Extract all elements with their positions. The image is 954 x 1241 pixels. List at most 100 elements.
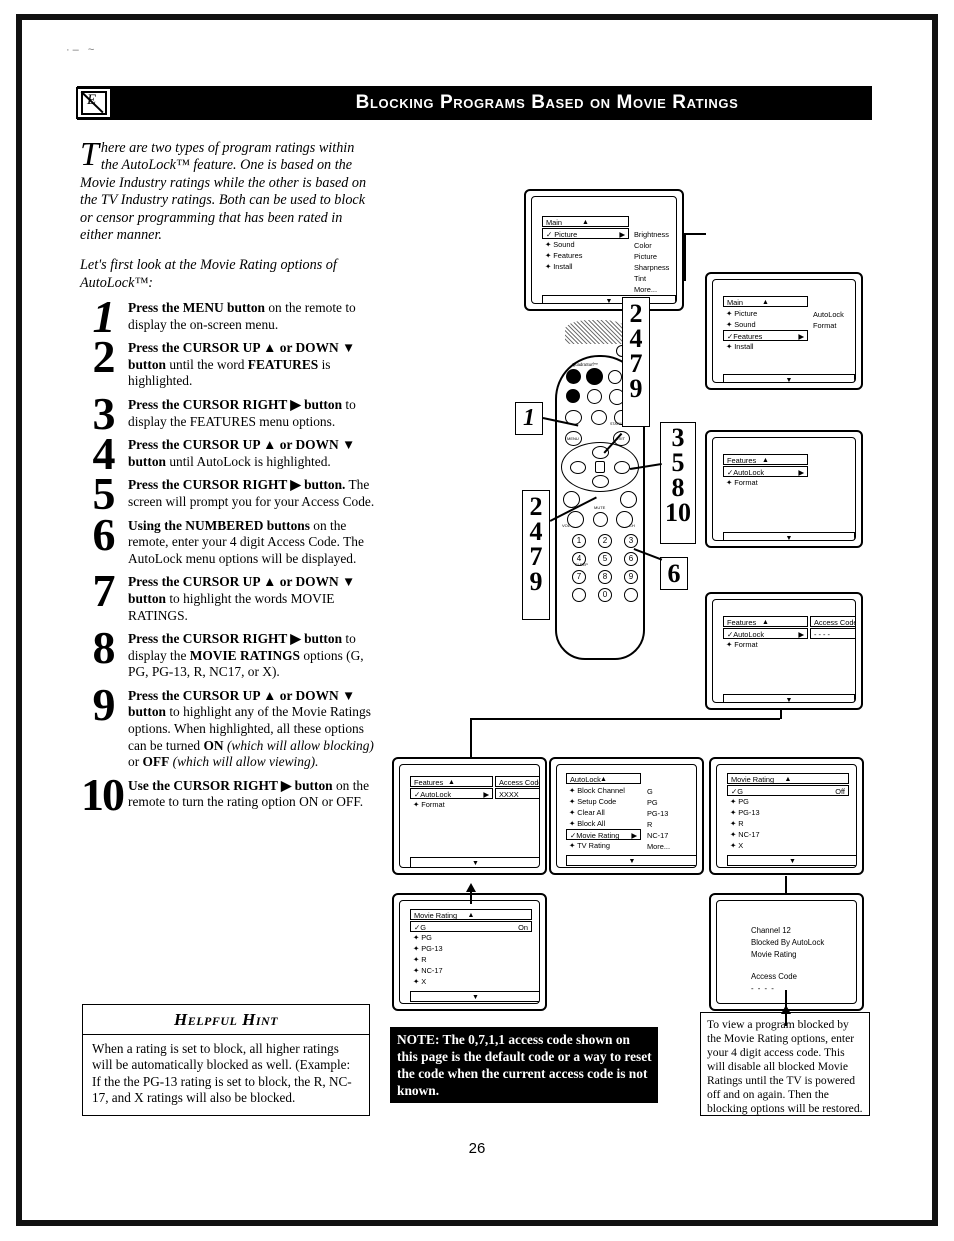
remote-num-4[interactable]: 4: [572, 552, 586, 566]
osd-rating-r[interactable]: R: [647, 819, 670, 830]
remote-num-0[interactable]: 0: [598, 588, 612, 602]
leader-line-11: [785, 876, 787, 894]
tv-screen-autolock-menu: AutoLock ▲ ✦ Block Channel ✦ Setup Code ✦…: [549, 757, 704, 875]
osd-item-r[interactable]: ✦ R: [410, 954, 532, 965]
osd-item-features[interactable]: ✓Features ▶: [723, 330, 808, 341]
osd-rating-g[interactable]: G: [647, 786, 670, 797]
remote-cursor-down-button[interactable]: [592, 475, 609, 488]
osd-item-format[interactable]: ✦ Format: [723, 639, 808, 650]
osd-item-x[interactable]: ✦ X: [727, 840, 849, 851]
remote-cc-button[interactable]: [591, 410, 607, 425]
helpful-hint-title: Helpful Hint: [83, 1005, 369, 1035]
osd-item-pg[interactable]: ✦ PG: [727, 796, 849, 807]
remote-cursor-left-button[interactable]: [570, 461, 586, 474]
remote-quadrasurf-button-2[interactable]: [586, 368, 603, 385]
osd-item-pg13[interactable]: ✦ PG-13: [410, 943, 532, 954]
osd-option-color[interactable]: Color: [634, 240, 669, 251]
osd-rating-nc17[interactable]: NC-17: [647, 830, 670, 841]
osd-scroll-down-screen7[interactable]: ▼: [727, 855, 856, 866]
osd-rating-pg13[interactable]: PG-13: [647, 808, 670, 819]
remote-center-button[interactable]: [595, 461, 605, 473]
osd-item-tv-rating[interactable]: ✦ TV Rating: [566, 840, 641, 851]
remote-mute-button[interactable]: [593, 512, 608, 527]
tv-screen-blocked-message: Channel 12 Blocked By AutoLock Movie Rat…: [709, 893, 864, 1011]
remote-cursor-right-button[interactable]: [614, 461, 630, 474]
page-artifact: ·‒ ~: [66, 44, 98, 56]
osd-scroll-down-screen5[interactable]: ▼: [410, 857, 539, 867]
osd-item-g[interactable]: ✓G Off: [727, 785, 849, 796]
remote-av-button[interactable]: [587, 389, 602, 404]
remote-num-1[interactable]: 1: [572, 534, 586, 548]
step-4: 4 Press the CURSOR UP ▲ or DOWN ▼ button …: [80, 431, 380, 477]
helpful-hint-box: Helpful Hint When a rating is set to blo…: [82, 1004, 370, 1116]
osd-access-code-value[interactable]: XXXX: [495, 788, 539, 799]
osd-list-screen2: ✦ Picture ✦ Sound ✓Features ▶ ✦ Install: [723, 308, 808, 352]
osd-scroll-down-screen4[interactable]: ▼: [723, 694, 855, 702]
osd-option-picture[interactable]: Picture: [634, 251, 669, 262]
osd-list-screen6: ✦ Block Channel ✦ Setup Code ✦ Clear All…: [566, 785, 641, 851]
osd-item-autolock[interactable]: ✓AutoLock ▶: [723, 466, 808, 477]
osd-item-block-all[interactable]: ✦ Block All: [566, 818, 641, 829]
osd-option-tint[interactable]: Tint: [634, 273, 669, 284]
osd-item-block-channel[interactable]: ✦ Block Channel: [566, 785, 641, 796]
remote-num-6[interactable]: 6: [624, 552, 638, 566]
remote-num-3[interactable]: 3: [624, 534, 638, 548]
osd-scroll-down-screen6[interactable]: ▼: [566, 855, 696, 866]
osd-rating-values: G PG PG-13 R NC-17 More...: [647, 786, 670, 852]
osd-option-sharpness[interactable]: Sharpness: [634, 262, 669, 273]
osd-item-install[interactable]: ✦ Install: [542, 261, 629, 272]
osd-item-r[interactable]: ✦ R: [727, 818, 849, 829]
osd-rating-pg[interactable]: PG: [647, 797, 670, 808]
remote-num-8[interactable]: 8: [598, 570, 612, 584]
osd-access-code-value[interactable]: - - - -: [810, 628, 855, 639]
remote-channel-up-button[interactable]: [620, 491, 637, 508]
remote-sleep-button[interactable]: [572, 588, 586, 602]
osd-scroll-down-screen2[interactable]: ▼: [723, 374, 855, 382]
osd-option-more[interactable]: More...: [634, 284, 669, 295]
osd-title-screen7: Movie Rating ▲: [727, 773, 849, 784]
osd-option-format[interactable]: Format: [813, 320, 844, 331]
osd-item-format[interactable]: ✦ Format: [723, 477, 808, 488]
osd-scroll-down-screen8[interactable]: ▼: [410, 991, 539, 1002]
blocked-access-code-label: Access Code: [751, 972, 797, 981]
osd-scroll-down-screen1[interactable]: ▼: [542, 295, 676, 303]
tv-screen-main-picture: Main ▲ ✓ Picture ▶ ✦ Sound ✦ Features ✦ In…: [524, 189, 684, 311]
osd-scroll-down-screen3[interactable]: ▼: [723, 532, 855, 540]
osd-item-autolock[interactable]: ✓AutoLock ▶: [410, 788, 493, 799]
osd-item-install[interactable]: ✦ Install: [723, 341, 808, 352]
blocked-access-code-value[interactable]: - - - -: [751, 983, 775, 995]
osd-item-setup-code[interactable]: ✦ Setup Code: [566, 796, 641, 807]
osd-option-autolock[interactable]: AutoLock: [813, 309, 844, 320]
remote-num-7[interactable]: 7: [572, 570, 586, 584]
osd-item-sound[interactable]: ✦ Sound: [542, 239, 629, 250]
remote-num-9[interactable]: 9: [624, 570, 638, 584]
remote-quadrasurf-button-3[interactable]: [608, 370, 622, 384]
osd-item-sound[interactable]: ✦ Sound: [723, 319, 808, 330]
osd-item-g[interactable]: ✓G On: [410, 921, 532, 932]
osd-item-picture[interactable]: ✦ Picture: [723, 308, 808, 319]
step-text-1: Press the MENU button on the remote to d…: [128, 300, 356, 332]
osd-item-picture[interactable]: ✓ Picture ▶: [542, 228, 629, 239]
remote-num-2[interactable]: 2: [598, 534, 612, 548]
step-number-8: 8: [92, 622, 116, 674]
osd-title-screen5: Features ▲: [410, 776, 493, 787]
osd-item-clear-all[interactable]: ✦ Clear All: [566, 807, 641, 818]
osd-rating-more[interactable]: More...: [647, 841, 670, 852]
osd-option-brightness[interactable]: Brightness: [634, 229, 669, 240]
osd-item-format[interactable]: ✦ Format: [410, 799, 493, 810]
remote-power-button[interactable]: [566, 389, 580, 403]
remote-quadrasurf-button-1[interactable]: [566, 369, 581, 384]
osd-item-nc17[interactable]: ✦ NC-17: [727, 829, 849, 840]
step-number-9: 9: [92, 678, 116, 730]
step-2: 2 Press the CURSOR UP ▲ or DOWN ▼ button …: [80, 334, 380, 390]
osd-list-screen7: ✓G Off ✦ PG ✦ PG-13 ✦ R ✦ NC-17 ✦ X: [727, 785, 849, 851]
osd-item-pg[interactable]: ✦ PG: [410, 932, 532, 943]
osd-item-x[interactable]: ✦ X: [410, 976, 532, 987]
osd-item-nc17[interactable]: ✦ NC-17: [410, 965, 532, 976]
osd-item-autolock[interactable]: ✓AutoLock ▶: [723, 628, 808, 639]
osd-item-movie-rating[interactable]: ✓Movie Rating ▶: [566, 829, 641, 840]
osd-item-features[interactable]: ✦ Features: [542, 250, 629, 261]
osd-item-pg13[interactable]: ✦ PG-13: [727, 807, 849, 818]
remote-num-5[interactable]: 5: [598, 552, 612, 566]
remote-extra-button[interactable]: [624, 588, 638, 602]
